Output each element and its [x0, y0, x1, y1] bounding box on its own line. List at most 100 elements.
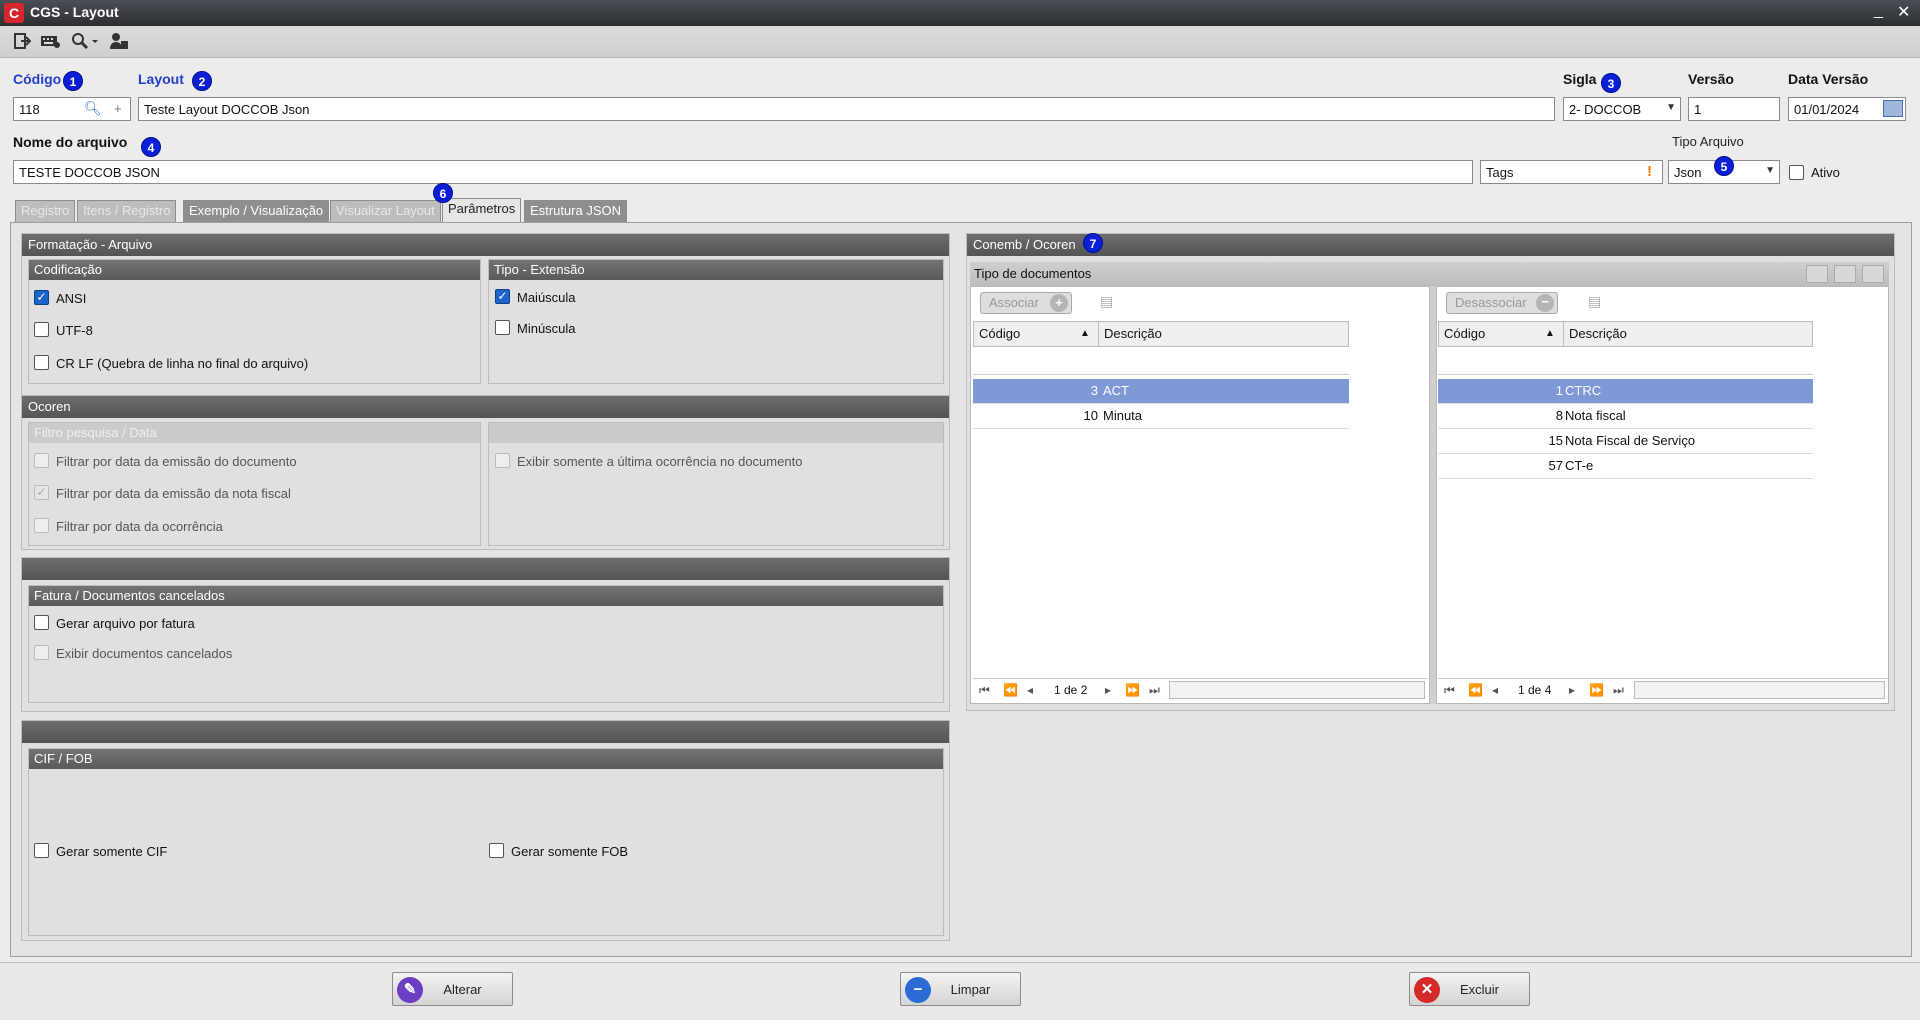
calendar-icon[interactable]: [1883, 100, 1903, 117]
grid-view-icon[interactable]: [1806, 265, 1828, 283]
minuscula-checkbox[interactable]: [495, 320, 510, 335]
nome-arquivo-field[interactable]: TESTE DOCCOB JSON: [13, 160, 1473, 184]
row-descricao: Nota Fiscal de Serviço: [1565, 433, 1696, 448]
add-list-icon[interactable]: ▤: [1100, 293, 1124, 313]
exibir-ultima-label: Exibir somente a última ocorrência no do…: [517, 454, 803, 469]
exit-icon[interactable]: [11, 32, 33, 52]
crlf-label: CR LF (Quebra de linha no final do arqui…: [56, 356, 309, 371]
ansi-checkbox[interactable]: ✓: [34, 290, 49, 305]
expand-icon[interactable]: [1862, 265, 1884, 283]
layout-field[interactable]: Teste Layout DOCCOB Json: [138, 97, 1555, 121]
exibir-cancelados-label: Exibir documentos cancelados: [56, 646, 233, 661]
ciffob-title: CIF / FOB: [29, 749, 943, 769]
maiuscula-checkbox[interactable]: ✓: [495, 289, 510, 304]
keyboard-icon[interactable]: [39, 32, 61, 52]
next-page-icon[interactable]: ▸: [1105, 679, 1111, 701]
prev-page-icon[interactable]: ◂: [1492, 679, 1498, 701]
data-versao-field[interactable]: 01/01/2024: [1788, 97, 1906, 121]
first-page-icon[interactable]: ⏮: [979, 679, 990, 701]
next-block-icon[interactable]: ⏩: [1125, 679, 1140, 701]
tab-parametros[interactable]: Parâmetros: [442, 198, 522, 222]
right-col-codigo[interactable]: Código: [1444, 322, 1485, 346]
versao-field[interactable]: 1: [1688, 97, 1780, 121]
row-codigo: 57: [1548, 458, 1563, 473]
sigla-label: Sigla: [1563, 71, 1597, 87]
lookup-search-icon[interactable]: 🔍︎: [84, 100, 102, 117]
minimize-button[interactable]: _: [1874, 2, 1883, 20]
tab-exemplo-visualizacao[interactable]: Exemplo / Visualização: [183, 200, 330, 222]
excluir-button[interactable]: ✕ Excluir: [1409, 972, 1530, 1006]
last-page-icon[interactable]: ⏭: [1613, 679, 1624, 701]
column-divider: [1098, 322, 1099, 346]
layout-label: Layout: [138, 71, 184, 87]
first-page-icon[interactable]: ⏮: [1444, 679, 1455, 701]
table-row[interactable]: 57 CT-e: [1438, 454, 1813, 479]
filtro-emissao-nf-checkbox[interactable]: ✓: [34, 485, 49, 500]
codigo-field[interactable]: 118 🔍︎ +: [13, 97, 131, 121]
associar-button[interactable]: Associar +: [980, 292, 1072, 314]
prev-block-icon[interactable]: ⏪: [1468, 679, 1483, 701]
remove-list-icon[interactable]: ▤: [1588, 293, 1612, 313]
row-codigo: 3: [1090, 383, 1098, 398]
alterar-button[interactable]: ✎ Alterar: [392, 972, 513, 1006]
close-button[interactable]: ✕: [1897, 2, 1910, 22]
filtro-emissao-doc-checkbox[interactable]: [34, 453, 49, 468]
right-col-descricao[interactable]: Descrição: [1569, 322, 1627, 346]
exibir-ultima-checkbox[interactable]: [495, 453, 510, 468]
folder-icon[interactable]: [1834, 265, 1856, 283]
cif-label: Gerar somente CIF: [56, 844, 168, 859]
formatacao-title: Formatação - Arquivo: [22, 234, 949, 256]
utf8-checkbox[interactable]: [34, 322, 49, 337]
user-card-icon[interactable]: [108, 32, 130, 52]
tags-field[interactable]: Tags !: [1480, 160, 1663, 184]
left-filter-row[interactable]: [973, 347, 1349, 375]
right-hscrollbar[interactable]: [1634, 681, 1885, 699]
tab-visualizar-layout[interactable]: Visualizar Layout: [330, 200, 441, 222]
exibir-cancelados-checkbox[interactable]: [34, 645, 49, 660]
next-block-icon[interactable]: ⏩: [1589, 679, 1604, 701]
tab-estrutura-json[interactable]: Estrutura JSON: [524, 200, 628, 222]
sigla-select[interactable]: 2- DOCCOB ▼: [1563, 97, 1681, 121]
next-page-icon[interactable]: ▸: [1569, 679, 1575, 701]
prev-page-icon[interactable]: ◂: [1027, 679, 1033, 701]
title-bar: C CGS - Layout _ ✕: [0, 0, 1920, 26]
table-row[interactable]: 3 ACT: [973, 379, 1349, 404]
tab-registro[interactable]: Registro: [15, 200, 76, 222]
cif-checkbox[interactable]: [34, 843, 49, 858]
left-hscrollbar[interactable]: [1169, 681, 1425, 699]
filtro-ocorrencia-checkbox[interactable]: [34, 518, 49, 533]
filtro-emissao-doc-label: Filtrar por data da emissão do documento: [56, 454, 297, 469]
add-icon[interactable]: +: [114, 101, 122, 116]
codificacao-title: Codificação: [29, 260, 480, 280]
filtro-title: Filtro pesquisa / Data: [29, 423, 480, 443]
gerar-fatura-checkbox[interactable]: [34, 615, 49, 630]
table-row[interactable]: 10 Minuta: [973, 404, 1349, 429]
row-descricao: Minuta: [1103, 408, 1143, 423]
chevron-down-icon: ▼: [1666, 102, 1676, 113]
crlf-checkbox[interactable]: [34, 355, 49, 370]
row-codigo: 1: [1555, 383, 1563, 398]
tab-itens-registro[interactable]: Itens / Registro: [77, 200, 177, 222]
table-row[interactable]: 1 CTRC: [1438, 379, 1813, 404]
ativo-checkbox[interactable]: [1789, 165, 1804, 180]
tags-value: Tags: [1486, 165, 1514, 180]
left-col-descricao[interactable]: Descrição: [1104, 322, 1162, 346]
excluir-label: Excluir: [1459, 982, 1499, 997]
search-icon[interactable]: [68, 32, 102, 52]
badge-7: 7: [1083, 233, 1103, 253]
fatura-title: Fatura / Documentos cancelados: [29, 586, 943, 606]
left-col-codigo[interactable]: Código: [979, 322, 1020, 346]
table-row[interactable]: 15 Nota Fiscal de Serviço: [1438, 429, 1813, 454]
fob-checkbox[interactable]: [489, 843, 504, 858]
tipo-docs-title: Tipo de documentos: [974, 266, 1092, 281]
last-page-icon[interactable]: ⏭: [1149, 679, 1160, 701]
chevron-down-icon: ▼: [1765, 165, 1775, 176]
prev-block-icon[interactable]: ⏪: [1003, 679, 1018, 701]
limpar-button[interactable]: − Limpar: [900, 972, 1021, 1006]
badge-3: 3: [1601, 73, 1621, 93]
right-filter-row[interactable]: [1438, 347, 1813, 375]
desassociar-button[interactable]: Desassociar −: [1446, 292, 1558, 314]
row-descricao: ACT: [1103, 383, 1129, 398]
exibir-group: [488, 422, 944, 546]
table-row[interactable]: 8 Nota fiscal: [1438, 404, 1813, 429]
